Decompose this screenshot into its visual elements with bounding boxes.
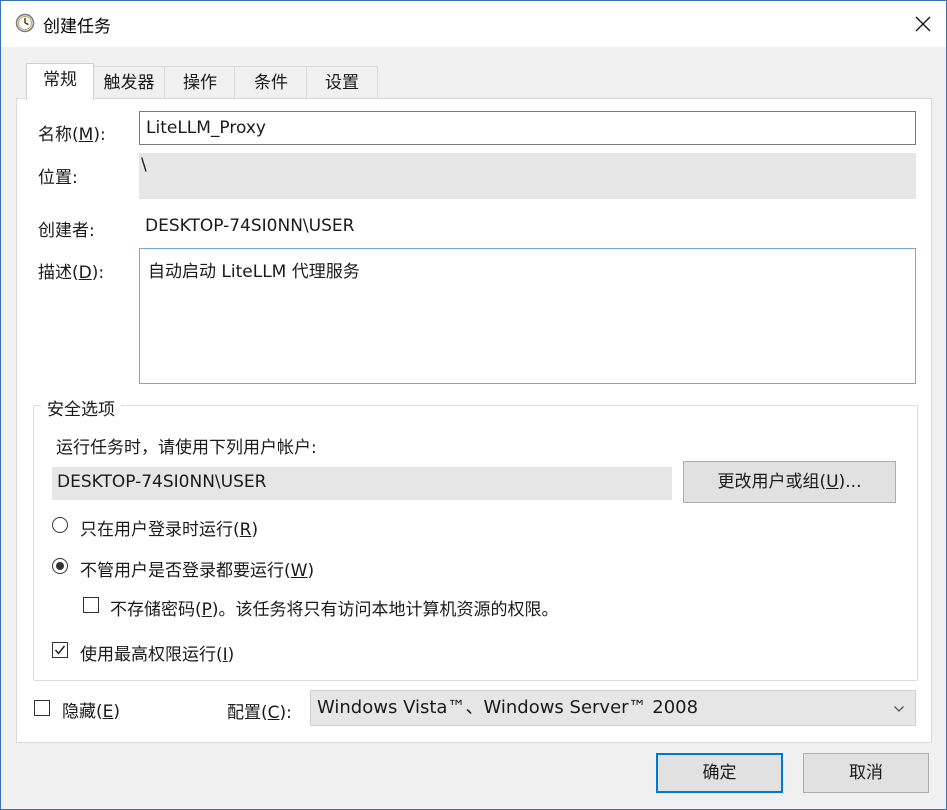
title-bar: 创建任务 bbox=[1, 1, 946, 47]
description-label: 描述(D): bbox=[38, 263, 105, 283]
security-options-title: 安全选项 bbox=[41, 395, 121, 420]
location-value: \ bbox=[139, 153, 916, 199]
run-as-account: DESKTOP-74SI0NN\USER bbox=[52, 467, 672, 500]
name-field[interactable]: LiteLLM_Proxy bbox=[139, 111, 916, 145]
description-field[interactable]: 自动启动 LiteLLM 代理服务 bbox=[139, 248, 916, 384]
tab-settings[interactable]: 设置 bbox=[306, 66, 378, 99]
do-not-store-password-label: 不存储密码(P)。该任务将只有访问本地计算机资源的权限。 bbox=[110, 600, 559, 620]
create-task-dialog: 创建任务 常规 触发器 操作 条件 设置 名称(M): LiteLLM_Prox… bbox=[0, 0, 947, 810]
clock-icon bbox=[15, 13, 35, 33]
configure-for-value: Windows Vista™、Windows Server™ 2008 bbox=[317, 697, 699, 718]
run-only-logged-on-label: 只在用户登录时运行(R) bbox=[80, 520, 259, 540]
do-not-store-password-checkbox[interactable] bbox=[83, 597, 99, 613]
hidden-checkbox[interactable] bbox=[34, 700, 50, 716]
name-label: 名称(M): bbox=[38, 125, 106, 145]
run-only-logged-on-radio[interactable] bbox=[52, 517, 68, 533]
configure-for-label: 配置(C): bbox=[227, 703, 292, 723]
tab-conditions[interactable]: 条件 bbox=[234, 66, 308, 99]
run-whether-logged-on-label: 不管用户是否登录都要运行(W) bbox=[80, 561, 315, 581]
change-user-button[interactable]: 更改用户或组(U)... bbox=[683, 461, 896, 503]
chevron-down-icon bbox=[894, 706, 904, 712]
checkmark-icon bbox=[54, 645, 66, 655]
hidden-label: 隐藏(E) bbox=[62, 702, 121, 722]
close-button[interactable] bbox=[900, 1, 946, 47]
highest-privileges-checkbox[interactable] bbox=[52, 642, 68, 658]
run-as-label: 运行任务时，请使用下列用户帐户: bbox=[56, 438, 317, 458]
highest-privileges-label: 使用最高权限运行(I) bbox=[80, 645, 235, 665]
tab-actions[interactable]: 操作 bbox=[164, 66, 236, 99]
author-value: DESKTOP-74SI0NN\USER bbox=[145, 216, 355, 236]
tab-general[interactable]: 常规 bbox=[26, 63, 94, 100]
window-title: 创建任务 bbox=[43, 17, 111, 37]
cancel-button[interactable]: 取消 bbox=[803, 753, 929, 793]
tab-triggers[interactable]: 触发器 bbox=[92, 66, 166, 99]
author-label: 创建者: bbox=[38, 221, 95, 241]
ok-button[interactable]: 确定 bbox=[656, 753, 783, 793]
run-whether-logged-on-radio[interactable] bbox=[52, 558, 68, 574]
configure-for-dropdown[interactable]: Windows Vista™、Windows Server™ 2008 bbox=[310, 690, 916, 726]
radio-selected-dot bbox=[56, 562, 64, 570]
close-icon bbox=[915, 16, 931, 32]
location-label: 位置: bbox=[38, 168, 78, 188]
